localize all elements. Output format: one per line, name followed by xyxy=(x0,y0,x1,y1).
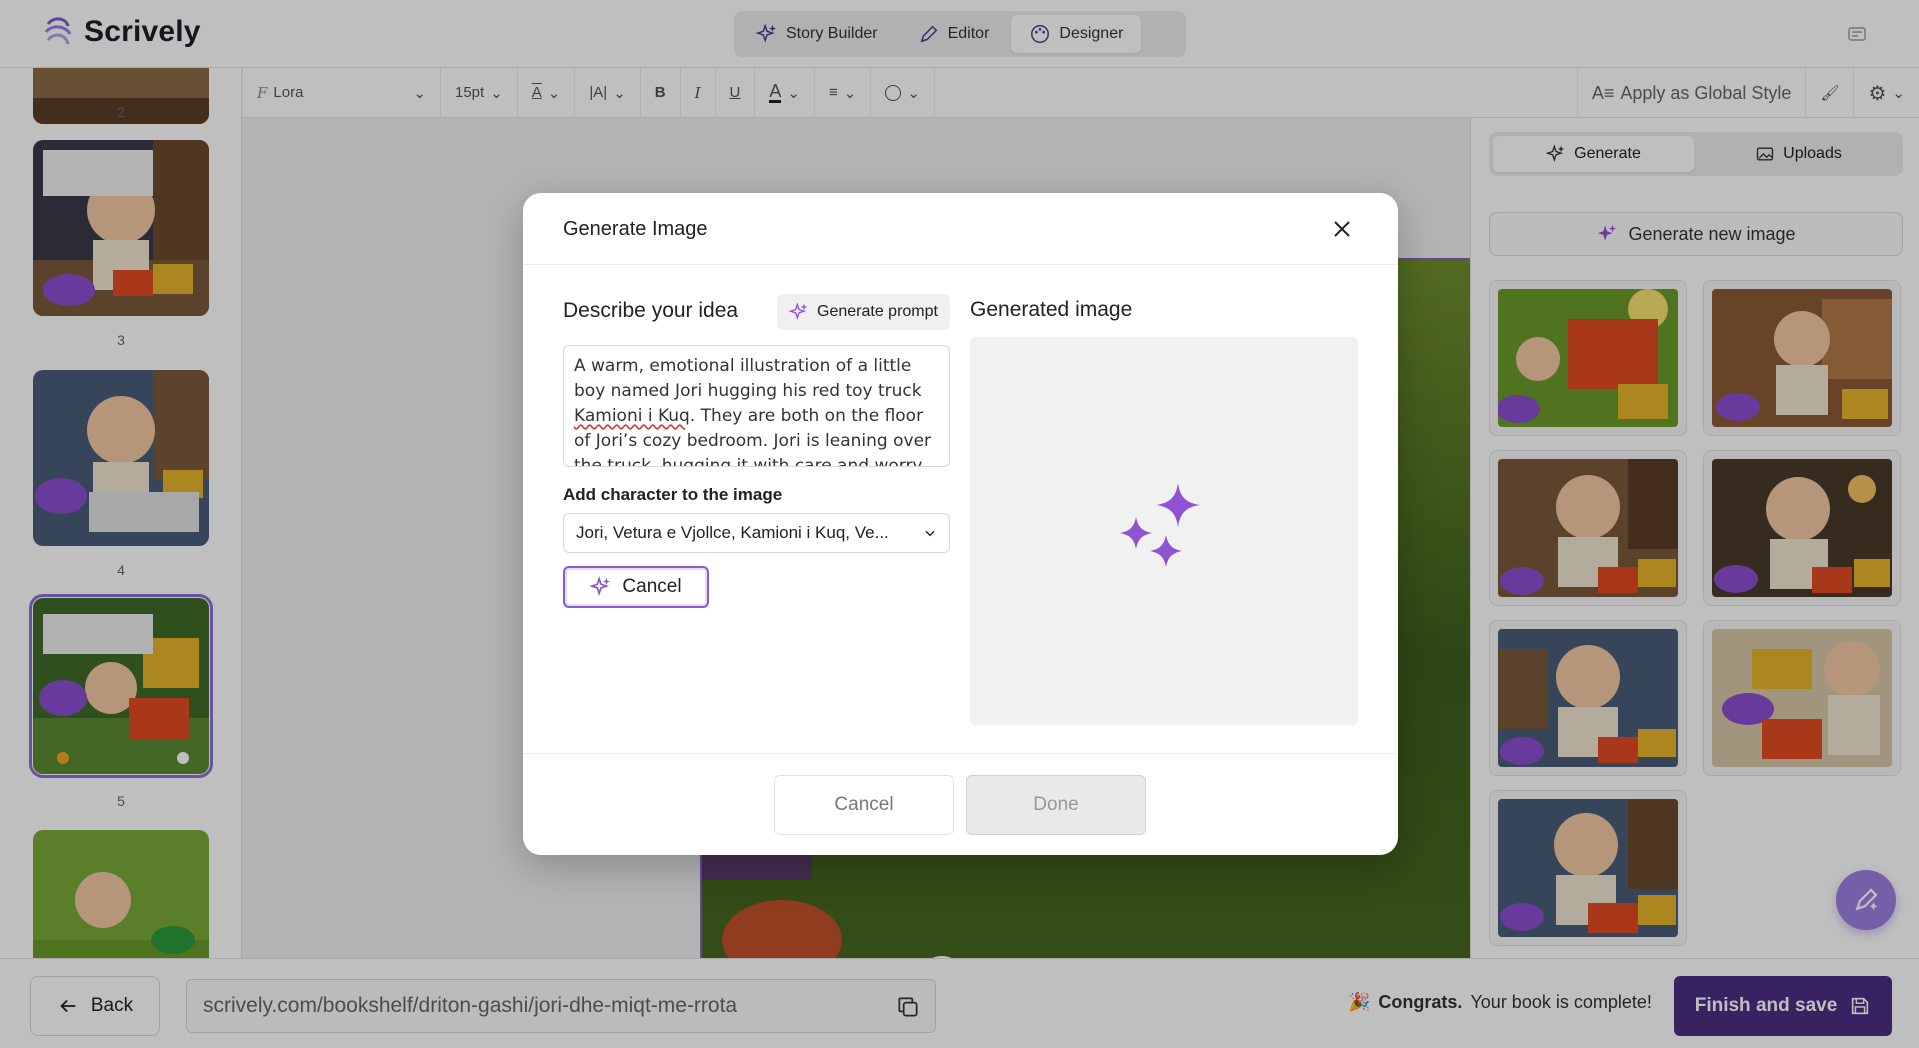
close-icon[interactable] xyxy=(1330,217,1354,241)
sparkles-icon xyxy=(789,302,808,320)
prompt-misspelled-word: Kamioni i Kuq xyxy=(574,406,690,426)
idea-textarea[interactable]: A warm, emotional illustration of a litt… xyxy=(563,345,950,467)
prompt-text-part: A warm, emotional illustration of a litt… xyxy=(574,356,922,401)
dialog-header: Generate Image xyxy=(523,193,1398,265)
dialog-title: Generate Image xyxy=(563,218,708,240)
sparkles-icon xyxy=(590,576,611,597)
describe-idea-label: Describe your idea xyxy=(563,299,739,322)
cancel-generation-label: Cancel xyxy=(622,576,682,597)
sparkles-loading-icon xyxy=(1120,483,1200,567)
generate-prompt-label: Generate prompt xyxy=(817,303,938,320)
generated-image-label: Generated image xyxy=(970,298,1133,321)
add-character-label: Add character to the image xyxy=(563,485,783,504)
generated-image-preview xyxy=(970,337,1358,725)
dialog-footer-divider xyxy=(523,753,1398,754)
generate-prompt-button[interactable]: Generate prompt xyxy=(777,294,950,330)
character-select[interactable]: Jori, Vetura e Vjollce, Kamioni i Kuq, V… xyxy=(563,513,950,553)
generate-image-dialog: Generate Image Describe your idea Genera… xyxy=(523,193,1398,855)
character-select-value: Jori, Vetura e Vjollce, Kamioni i Kuq, V… xyxy=(576,523,889,542)
chevron-down-icon xyxy=(925,530,935,537)
cancel-button[interactable]: Cancel xyxy=(774,775,954,835)
done-button[interactable]: Done xyxy=(966,775,1146,835)
cancel-generation-button[interactable]: Cancel xyxy=(563,566,709,608)
